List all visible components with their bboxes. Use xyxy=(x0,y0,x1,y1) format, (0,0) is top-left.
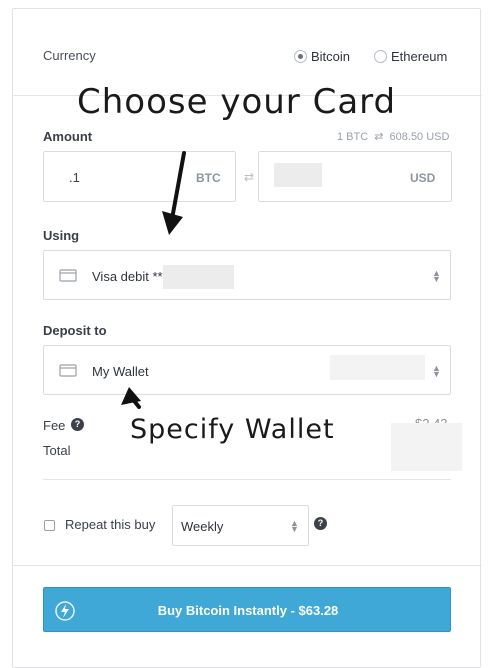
repeat-help-icon[interactable]: ? xyxy=(314,517,327,530)
payment-method-select[interactable]: Visa debit ** ▲ ▼ xyxy=(43,250,451,300)
fee-help-icon[interactable]: ? xyxy=(71,418,84,431)
payment-method-value: Visa debit ** xyxy=(92,269,163,284)
buy-button[interactable]: Buy Bitcoin Instantly - $63.28 xyxy=(43,587,451,632)
swap-icon: ⇄ xyxy=(374,131,384,143)
card-icon xyxy=(59,269,77,282)
total-label: Total xyxy=(43,443,71,458)
select-arrows-icon: ▲ ▼ xyxy=(290,518,299,534)
amount-label: Amount xyxy=(43,129,93,144)
radio-bitcoin-label: Bitcoin xyxy=(311,49,351,65)
currency-option-bitcoin[interactable]: Bitcoin xyxy=(294,48,350,66)
currency-option-ethereum[interactable]: Ethereum xyxy=(374,48,447,66)
repeat-frequency-value: Weekly xyxy=(181,519,224,534)
crypto-amount-input[interactable]: .1 BTC xyxy=(43,151,236,202)
deposit-label: Deposit to xyxy=(43,323,107,338)
deposit-wallet-value: My Wallet xyxy=(92,364,149,379)
annotation-specify-wallet: Specify Wallet xyxy=(130,414,335,445)
rate-fiat: 608.50 USD xyxy=(389,131,450,143)
radio-bitcoin[interactable] xyxy=(294,50,307,64)
repeat-label: Repeat this buy xyxy=(65,517,156,532)
deposit-wallet-select[interactable]: My Wallet ▲ ▼ xyxy=(43,345,451,395)
swap-fields-icon[interactable]: ⇄ xyxy=(244,170,254,184)
crypto-unit: BTC xyxy=(196,171,221,185)
select-arrows-icon: ▲ ▼ xyxy=(432,268,441,284)
fiat-amount-redacted xyxy=(274,163,322,187)
crypto-amount-value: .1 xyxy=(69,170,80,185)
card-number-redacted xyxy=(163,265,234,289)
buy-button-label: Buy Bitcoin Instantly - $63.28 xyxy=(157,603,339,618)
radio-ethereum[interactable] xyxy=(374,50,387,64)
totals-divider xyxy=(43,479,451,480)
select-arrows-icon: ▲ ▼ xyxy=(432,363,441,379)
exchange-rate: 1 BTC ⇄ 608.50 USD xyxy=(337,130,449,143)
totals-redacted xyxy=(391,423,462,471)
fee-label: Fee xyxy=(43,418,66,433)
fiat-unit: USD xyxy=(410,171,436,185)
repeat-frequency-select[interactable]: Weekly ▲ ▼ xyxy=(172,505,309,546)
fiat-amount-input[interactable]: USD xyxy=(258,151,452,202)
using-label: Using xyxy=(43,228,80,243)
currency-label: Currency xyxy=(43,48,96,63)
buy-form-card: Currency Bitcoin Ethereum Choose your Ca… xyxy=(12,8,482,668)
wallet-balance-redacted xyxy=(330,355,425,380)
footer-divider xyxy=(13,565,482,566)
annotation-choose-card: Choose your Card xyxy=(77,82,397,122)
radio-ethereum-label: Ethereum xyxy=(391,49,448,65)
wallet-icon xyxy=(59,364,77,377)
rate-crypto: 1 BTC xyxy=(337,131,369,143)
arrow-up-icon xyxy=(121,387,141,409)
repeat-checkbox[interactable] xyxy=(44,520,55,531)
arrow-down-icon xyxy=(162,151,186,235)
